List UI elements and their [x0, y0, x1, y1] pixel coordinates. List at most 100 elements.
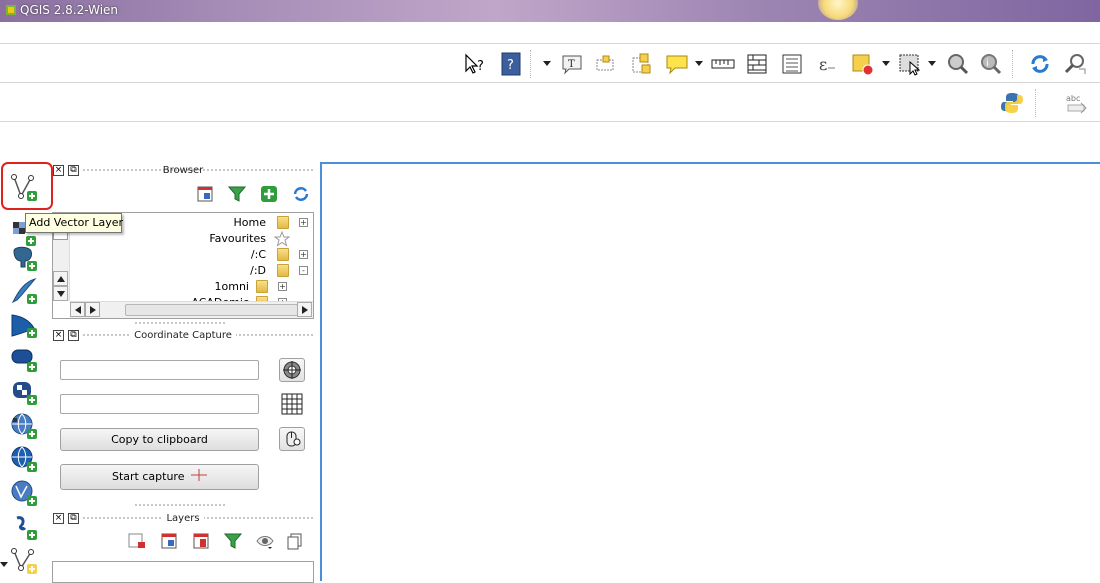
add-wcs-layer-icon[interactable]	[8, 444, 40, 474]
zoom-search-icon[interactable]	[1062, 51, 1088, 77]
identify-icon[interactable]	[944, 51, 970, 77]
panel-title: Coordinate Capture	[51, 330, 315, 341]
folder-icon	[277, 248, 289, 261]
coordinate-field-2[interactable]	[60, 394, 259, 414]
manage-visibility-icon[interactable]	[192, 532, 210, 550]
filter-icon[interactable]	[228, 185, 246, 203]
add-mssql-layer-icon[interactable]	[8, 310, 40, 340]
panel-title: Browser	[162, 165, 204, 176]
qgis-logo-icon	[6, 5, 16, 15]
add-spatialite-layer-icon[interactable]	[8, 276, 40, 306]
browser-panel-header: × ⧉ Browser	[51, 164, 315, 178]
horizontal-scrollbar[interactable]	[70, 301, 313, 318]
select-rectangle-icon[interactable]	[897, 51, 923, 77]
chevron-down-icon[interactable]	[0, 562, 8, 567]
tree-item[interactable]: /:D -	[70, 263, 313, 279]
folder-icon	[277, 216, 289, 229]
scroll-up-button[interactable]	[53, 271, 68, 286]
crosshair-icon	[190, 469, 207, 481]
chevron-down-icon[interactable]	[695, 61, 703, 66]
svg-annotation-icon[interactable]	[664, 51, 690, 77]
collapse-all-icon[interactable]	[286, 532, 304, 550]
filter-legend-icon[interactable]	[224, 532, 242, 550]
map-canvas[interactable]	[320, 162, 1100, 581]
folder-icon	[277, 264, 289, 277]
add-selected-layers-icon[interactable]	[260, 185, 278, 203]
tree-item[interactable]: Favourites	[70, 231, 313, 247]
layers-title: Layers	[162, 513, 204, 524]
toolbar-separator	[1012, 50, 1014, 78]
collapse-toggle[interactable]: -	[299, 266, 308, 275]
scroll-left-button[interactable]	[70, 302, 85, 317]
layers-tree[interactable]	[52, 561, 314, 583]
scroll-down-button[interactable]	[53, 286, 68, 301]
coordinate-capture-header: × ⧉ Coordinate Capture	[51, 329, 315, 343]
refresh-browser-icon[interactable]	[196, 185, 214, 203]
scroll-right-button[interactable]	[297, 302, 312, 317]
tree-item[interactable]: /:C +	[70, 247, 313, 263]
crs-icon	[283, 361, 301, 379]
attributes-toolbar: ? ? T ε i	[0, 45, 1100, 83]
help-icon[interactable]: ?	[498, 51, 524, 77]
map-tips-icon[interactable]: i	[978, 51, 1004, 77]
new-shapefile-icon[interactable]	[8, 546, 40, 576]
crs-selector-button[interactable]	[279, 358, 305, 382]
highlight-annotation	[1, 162, 53, 210]
mouse-icon	[286, 431, 301, 447]
folder-icon	[256, 280, 268, 293]
chevron-down-icon[interactable]	[928, 61, 936, 66]
add-oracle-layer-icon[interactable]	[8, 344, 40, 374]
start-capture-label: Start capture	[112, 470, 185, 483]
add-group-icon[interactable]	[160, 532, 178, 550]
expand-toggle[interactable]: +	[278, 282, 287, 291]
desktop-wallpaper-glow	[818, 0, 858, 20]
eye-icon[interactable]	[256, 532, 274, 550]
plugins-toolbar: abc	[0, 84, 1100, 122]
toolbar-separator	[530, 50, 532, 78]
html-annotation-icon[interactable]	[628, 51, 654, 77]
tree-item-label: 1omni	[214, 280, 249, 293]
start-capture-button[interactable]: Start capture	[60, 464, 259, 490]
tree-item-label: /:C	[250, 248, 266, 261]
select-features-icon[interactable]	[850, 51, 876, 77]
expand-toggle[interactable]: +	[299, 218, 308, 227]
svg-text:ε: ε	[819, 55, 827, 74]
tree-item[interactable]: 1omni +	[70, 279, 313, 295]
add-wfs-layer-icon[interactable]	[8, 478, 40, 508]
tree-item-label: Favourites	[209, 232, 266, 245]
coordinate-field-1[interactable]	[60, 360, 259, 380]
tree-item-label: Home	[233, 216, 266, 229]
field-calculator-icon[interactable]	[779, 51, 805, 77]
form-annotation-icon[interactable]	[592, 51, 618, 77]
measure-area-icon[interactable]	[744, 51, 770, 77]
measure-line-icon[interactable]	[710, 51, 736, 77]
refresh-icon[interactable]	[1027, 51, 1053, 77]
add-wms-layer-icon[interactable]	[8, 411, 40, 441]
panel-title: Layers	[51, 513, 315, 524]
tree-item-label: /:D	[250, 264, 266, 277]
add-postgis-layer-icon[interactable]	[8, 243, 40, 273]
grid-crs-button[interactable]	[279, 392, 305, 416]
refresh-icon[interactable]	[292, 185, 310, 203]
remove-layer-icon[interactable]	[128, 532, 146, 550]
scroll-thumb[interactable]	[125, 304, 298, 316]
add-virtual-layer-icon[interactable]	[8, 377, 40, 407]
mouse-tracking-button[interactable]	[279, 427, 305, 451]
chevron-down-icon[interactable]	[543, 61, 551, 66]
label-icon[interactable]: abc	[1063, 90, 1089, 116]
grid-icon	[281, 393, 303, 415]
svg-text:T: T	[568, 59, 575, 70]
coordinate-capture-title: Coordinate Capture	[130, 330, 236, 341]
add-delimited-text-icon[interactable]	[8, 512, 40, 542]
panel-grip	[135, 322, 225, 324]
expression-icon[interactable]: ε	[814, 51, 840, 77]
expand-toggle[interactable]: +	[299, 250, 308, 259]
panel-grip	[135, 504, 225, 506]
chevron-down-icon[interactable]	[882, 61, 890, 66]
copy-to-clipboard-button[interactable]: Copy to clipboard	[60, 428, 259, 451]
scroll-right-button[interactable]	[85, 302, 100, 317]
menu-bar	[0, 22, 1100, 44]
text-annotation-icon[interactable]: T	[559, 51, 585, 77]
whats-this-icon[interactable]: ?	[462, 51, 488, 77]
python-console-icon[interactable]	[999, 90, 1025, 116]
